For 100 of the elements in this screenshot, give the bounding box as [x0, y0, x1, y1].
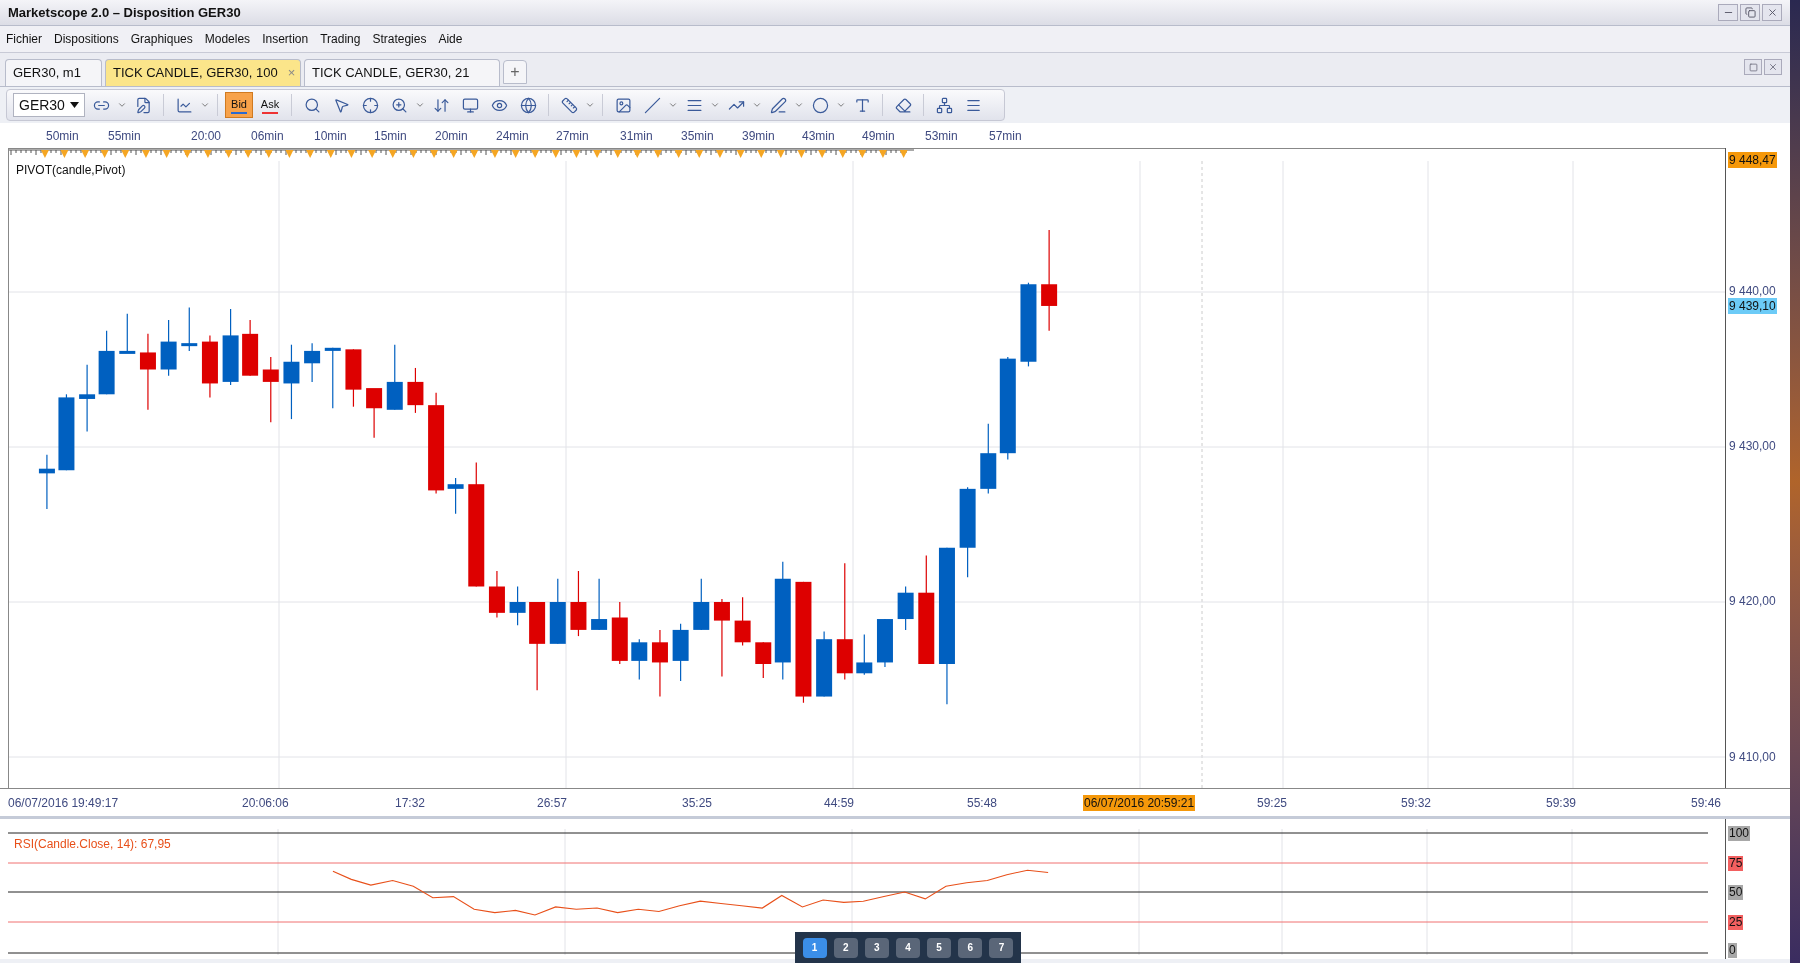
symbol-dropdown[interactable]: GER30	[13, 93, 85, 117]
rsi-label: RSI(Candle.Close, 14): 67,95	[14, 836, 171, 853]
axis-label: 43min	[802, 128, 835, 145]
tab[interactable]: TICK CANDLE, GER30, 21	[304, 59, 500, 86]
menu-item[interactable]: Insertion	[262, 30, 309, 48]
price-toggle-button[interactable]: Ask	[256, 92, 284, 118]
candle	[119, 313, 136, 354]
axis-label: 15min	[374, 128, 407, 145]
candle	[897, 585, 914, 631]
caret-icon[interactable]	[752, 100, 762, 110]
candle	[816, 630, 833, 698]
axis-label: 26:57	[536, 795, 569, 811]
axis-label: 44:59	[823, 795, 856, 811]
candle	[549, 578, 566, 645]
candle	[631, 638, 648, 681]
candle	[651, 629, 668, 698]
price-label: 9 448,47	[1728, 152, 1777, 168]
rsi-level-label: 75	[1728, 856, 1744, 871]
axis-label: 20:00	[191, 128, 222, 145]
workspace-button[interactable]: 4	[896, 937, 920, 958]
candle	[407, 367, 424, 414]
axis-label: 59:25	[1256, 795, 1289, 811]
price-label: 9 420,00	[1728, 593, 1777, 609]
candle	[79, 364, 96, 433]
candle	[980, 423, 997, 495]
candle	[693, 578, 710, 631]
tab-label: GER30, m1	[13, 64, 81, 83]
caret-icon[interactable]	[710, 100, 720, 110]
workspace-button[interactable]: 5	[927, 937, 952, 958]
axis-label: 06/07/2016 19:49:17	[7, 795, 120, 811]
candle	[304, 342, 321, 383]
workspace-button[interactable]: 2	[833, 937, 858, 958]
menu-item[interactable]: Strategies	[372, 30, 427, 48]
axis-label: 49min	[862, 128, 895, 145]
close-button[interactable]	[1762, 4, 1782, 21]
new-tab-button[interactable]: +	[503, 60, 527, 84]
candle	[734, 596, 751, 646]
tab[interactable]: TICK CANDLE, GER30, 100 ×	[105, 59, 301, 86]
axis-label: 59:46	[1690, 795, 1723, 811]
candle	[98, 330, 115, 395]
axis-label: 35min	[681, 128, 714, 145]
close-icon	[1766, 7, 1778, 18]
axis-label: 20min	[435, 128, 468, 145]
candle	[570, 570, 587, 637]
restore-button[interactable]	[1740, 4, 1760, 21]
menu-item[interactable]: Modeles	[204, 30, 251, 48]
axis-label: 31min	[620, 128, 653, 145]
axis-label: 27min	[556, 128, 589, 145]
menu-item[interactable]: Dispositions	[54, 30, 119, 48]
maximize-icon	[1748, 62, 1758, 72]
candle	[672, 623, 689, 682]
workspace-button[interactable]: 6	[958, 937, 983, 958]
tab[interactable]: GER30, m1	[5, 59, 102, 86]
close-icon	[1768, 62, 1778, 72]
candle	[181, 306, 198, 352]
axis-label: 55:48	[966, 795, 999, 811]
workspace-button[interactable]: 7	[989, 937, 1014, 958]
axis-label: 17:32	[394, 795, 427, 811]
axis-label: 20:06:06	[241, 795, 290, 811]
candle	[386, 344, 403, 411]
menu-item[interactable]: Fichier	[6, 30, 42, 48]
caret-icon[interactable]	[200, 100, 210, 110]
menu-item[interactable]: Graphiques	[130, 30, 193, 48]
caret-icon[interactable]	[836, 100, 846, 110]
close-button[interactable]	[1764, 59, 1782, 75]
candle	[876, 618, 893, 668]
axis-label: 57min	[989, 128, 1022, 145]
price-toggle-button[interactable]: Bid	[225, 92, 253, 118]
candle	[447, 477, 464, 515]
axis-label: 50min	[46, 128, 79, 145]
axis-label: 59:39	[1545, 795, 1578, 811]
caret-icon[interactable]	[415, 100, 425, 110]
rsi-level-label: 25	[1728, 915, 1744, 930]
dropdown-caret-icon	[70, 102, 79, 108]
rsi-level-label: 100	[1728, 826, 1751, 841]
candle	[488, 570, 505, 619]
caret-icon[interactable]	[585, 100, 595, 110]
price-label: 9 430,00	[1728, 438, 1777, 454]
menu-item[interactable]: Aide	[438, 30, 463, 48]
candle	[611, 601, 628, 665]
window-title: Marketscope 2.0 – Disposition GER30	[8, 3, 241, 22]
candle	[38, 454, 55, 510]
caret-icon[interactable]	[668, 100, 678, 110]
axis-label: 39min	[742, 128, 775, 145]
axis-label: 59:32	[1400, 795, 1433, 811]
workspace-button[interactable]: 3	[864, 937, 889, 958]
menu-item[interactable]: Trading	[320, 30, 361, 48]
axis-label: 53min	[925, 128, 958, 145]
restore-icon	[1744, 7, 1756, 18]
candle	[242, 319, 259, 377]
rsi-level-label: 50	[1728, 885, 1744, 900]
axis-label: 24min	[496, 128, 529, 145]
cursor-time-label: 06/07/2016 20:59:21	[1083, 795, 1196, 811]
candle	[509, 585, 526, 626]
candle	[262, 356, 279, 423]
caret-icon[interactable]	[117, 100, 127, 110]
caret-icon[interactable]	[794, 100, 804, 110]
candle	[591, 578, 608, 631]
candle	[201, 334, 218, 398]
candle	[324, 347, 341, 409]
